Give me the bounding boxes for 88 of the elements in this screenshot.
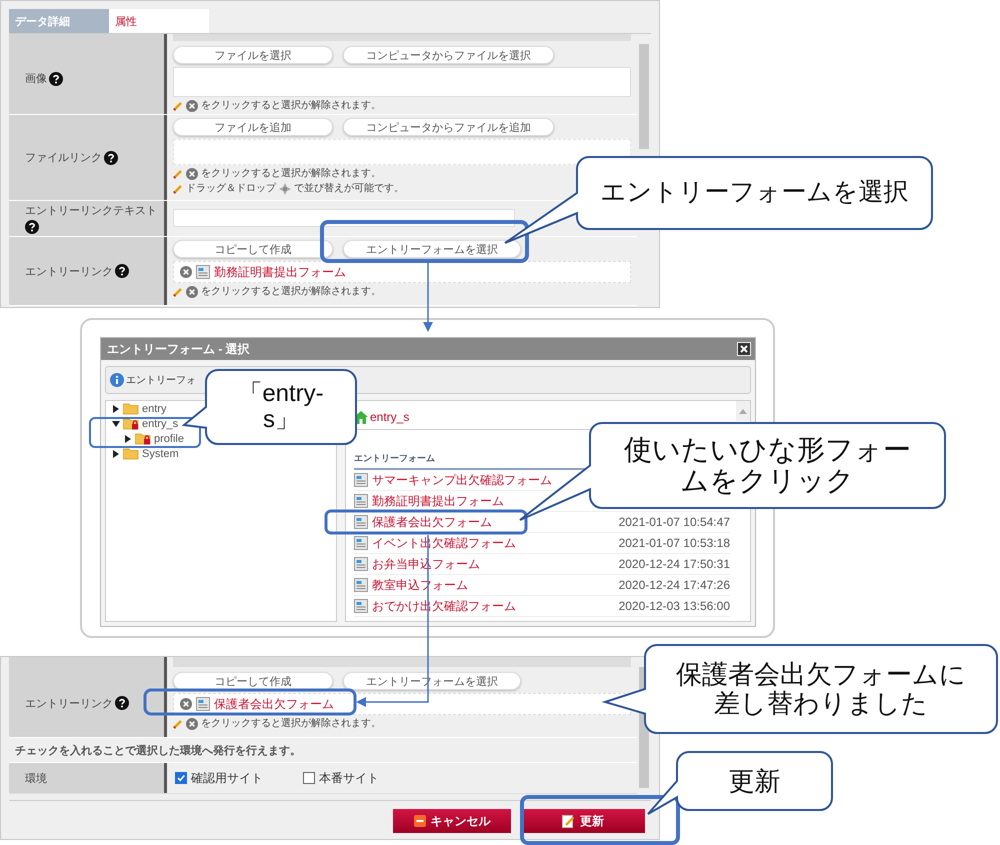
tab[interactable]: 属性 [109,9,209,33]
form-icon [354,473,368,487]
pill-button[interactable]: エントリーフォームを選択 [343,240,521,258]
input-field[interactable] [173,657,631,667]
hint-text: をクリックすると選択が解除されます。 [201,286,381,298]
form-link[interactable]: 勤務証明書提出フォーム [372,492,504,510]
form-link[interactable]: 保護者会出欠フォーム [372,514,492,530]
field-label: エントリーリンク [25,696,113,710]
form-link[interactable]: 勤務証明書提出フォーム [214,264,346,280]
hint-text: をクリックすると選択が解除されます。 [201,168,381,180]
pill-button[interactable]: コピーして作成 [173,672,333,690]
form-icon [196,697,210,711]
field-label: 画像 [25,72,47,86]
form-icon [354,599,368,613]
date-text: 2021-01-07 10:54:47 [618,515,730,529]
pencil-icon [173,169,183,179]
pill-button[interactable]: ファイルを追加 [173,118,333,136]
cancel-button[interactable]: キャンセル [393,809,511,833]
form-link[interactable]: 保護者会出欠フォーム [214,696,334,712]
callout-text: 保護者会出欠フォームに差し替わりました [675,660,967,718]
edit-icon [562,814,575,828]
hint-text: をクリックすると選択が解除されます。 [201,100,381,112]
checkbox-label: 確認用サイト [191,770,263,786]
remove-icon[interactable] [186,718,198,730]
minus-icon [414,815,426,827]
pill-button[interactable]: ファイルを選択 [173,46,333,64]
remove-icon[interactable] [186,100,198,112]
hint-text: をクリックすると選択が解除されます。 [201,718,381,730]
form-link[interactable]: サマーキャンプ出欠確認フォーム [372,472,552,488]
form-icon [354,536,368,550]
notice-text: チェックを入れることで選択した環境へ発行を行えます。 [14,744,302,759]
update-button[interactable]: 更新 [521,809,645,833]
tree-item[interactable]: entry_s [142,418,178,430]
caret-right-icon[interactable] [112,404,120,412]
callout-text: 「entry-s」 [237,380,325,434]
dialog-title: エントリーフォーム - 選択 [107,340,250,358]
date-text: 2021-01-07 10:53:18 [618,536,730,550]
caret-up-icon [739,408,747,414]
field-label: エントリーリンクテキスト [25,204,157,218]
help-icon[interactable] [115,264,129,278]
tree-item[interactable]: profile [154,432,184,444]
help-icon[interactable] [25,220,39,234]
help-icon[interactable] [104,150,118,164]
pencil-icon [173,719,183,729]
remove-icon[interactable] [180,266,192,278]
field-label: エントリーリンク [25,264,113,278]
form-icon [354,515,368,529]
pill-button[interactable]: コンピュータからファイルを選択 [343,46,554,64]
remove-icon[interactable] [186,286,198,298]
breadcrumb[interactable]: entry_s [370,410,410,424]
hint-text: で並び替えが可能です。 [294,183,404,195]
close-button[interactable] [737,342,751,356]
info-icon [110,373,124,387]
pill-button[interactable]: コンピュータからファイルを追加 [343,118,554,136]
help-icon[interactable] [115,696,129,710]
info-text: エントリーフォ [126,374,196,387]
field-label: 環境 [25,772,47,786]
pill-button[interactable]: コピーして作成 [173,240,333,258]
remove-icon[interactable] [180,698,192,710]
field-label: ファイルリンク [25,151,102,165]
date-text: 2020-12-24 17:47:26 [618,578,730,592]
scrollbar[interactable] [639,44,649,149]
hint-text: ドラッグ＆ドロップ [186,183,276,195]
help-icon[interactable] [49,72,63,86]
caret-down-icon[interactable] [112,420,120,428]
tree-item[interactable]: System [142,448,179,460]
connector-arrow [423,262,433,332]
callout-text: 更新 [728,766,780,796]
date-text: 2020-12-03 13:56:00 [618,599,730,613]
input-field[interactable] [173,34,631,41]
caret-right-icon[interactable] [112,450,120,458]
checkbox[interactable] [303,772,315,784]
form-icon [354,557,368,571]
checkbox[interactable] [175,772,187,784]
checkbox-label: 本番サイト [319,770,379,786]
remove-icon[interactable] [186,168,198,180]
form-icon [354,578,368,592]
form-icon [354,494,368,508]
tree-item[interactable]: entry [142,402,166,414]
caret-right-icon[interactable] [124,434,132,442]
move-icon [279,183,291,195]
callout-text: エントリーフォームを選択 [600,179,908,207]
pencil-icon [173,287,183,297]
form-icon [196,265,210,279]
date-text: 2020-12-24 17:50:31 [618,557,730,571]
pencil-icon [173,101,183,111]
file-field[interactable] [173,67,631,97]
pencil-icon [173,184,183,194]
